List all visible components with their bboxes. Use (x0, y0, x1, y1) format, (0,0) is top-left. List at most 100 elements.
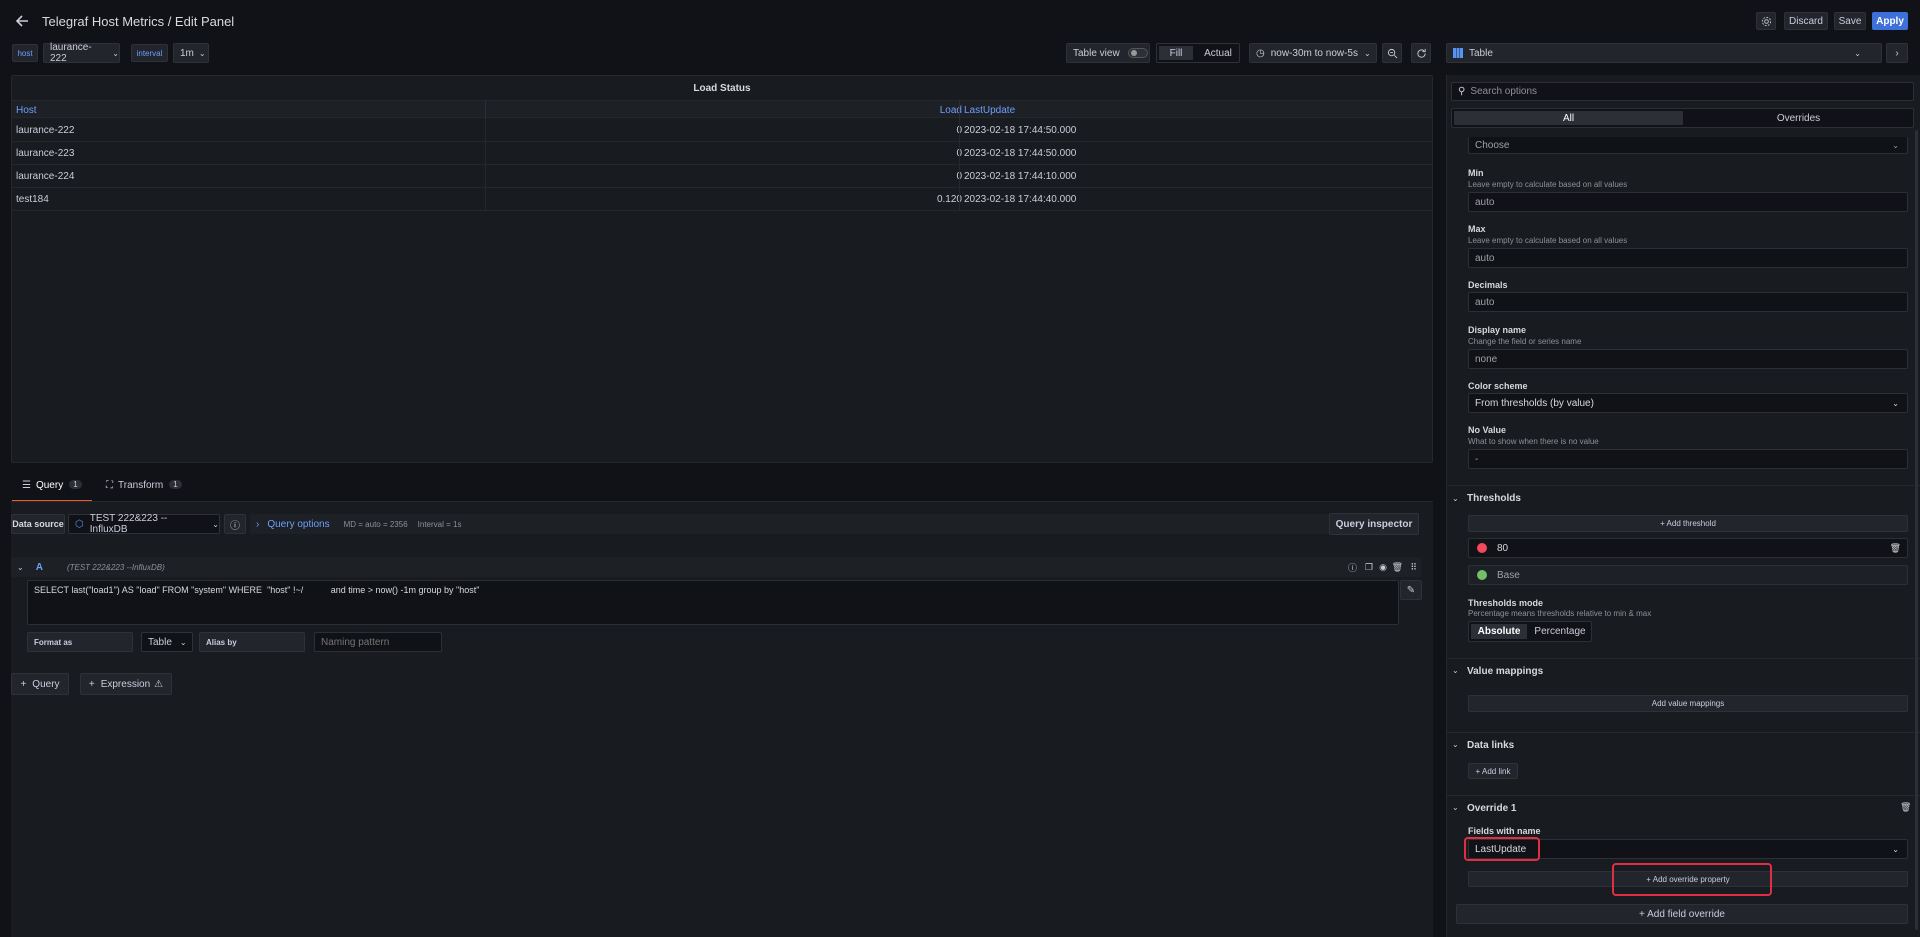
threshold-80-input[interactable]: 80 🗑 (1468, 538, 1908, 558)
refresh-icon (1416, 48, 1426, 58)
query-text: SELECT last("load1") AS "load" FROM "sys… (34, 585, 480, 595)
save-button[interactable]: Save (1834, 12, 1866, 30)
actual-option[interactable]: Actual (1201, 46, 1235, 60)
interval-var-select[interactable]: 1m ⌄ (173, 43, 209, 63)
host-var-label: host (12, 44, 38, 62)
options-search[interactable]: ⚲ Search options (1451, 82, 1914, 101)
tab-query-label: Query (35, 480, 64, 491)
thresholds-section-header[interactable]: ⌄ (1452, 493, 1465, 504)
chevron-down-icon: ⌄ (1452, 494, 1459, 503)
zoom-out-button[interactable] (1382, 43, 1402, 63)
column-divider (959, 165, 960, 188)
add-expression-button[interactable]: + Expression ⚠ (80, 673, 172, 695)
query-ref-id[interactable]: A (36, 562, 43, 573)
alias-by-input[interactable] (314, 632, 442, 652)
query-ds-name: (TEST 222&223 --InfluxDB) (66, 562, 165, 572)
drag-handle-icon[interactable]: ⠿ (1410, 562, 1417, 573)
column-divider (485, 101, 486, 119)
table-row: laurance-224 0 2023-02-18 17:44:10.000 (12, 165, 1432, 188)
transform-icon: ⛶ (106, 480, 113, 491)
delete-override-icon[interactable]: 🗑 (1900, 802, 1911, 813)
table-header-row: Host Load LastUpdate (12, 100, 1432, 119)
options-tab-group: All Overrides (1451, 108, 1914, 128)
format-as-value: Table (148, 636, 172, 648)
thresholds-mode-label: Thresholds mode (1468, 598, 1544, 608)
duplicate-icon[interactable]: ❐ (1365, 562, 1373, 573)
column-header-load[interactable]: Load (496, 105, 962, 116)
datasource-select[interactable]: ⬡ TEST 222&223 --InfluxDB ⌄ (68, 513, 220, 535)
host-var-select[interactable]: laurance-222 ⌄ (43, 42, 120, 64)
discard-button[interactable]: Discard (1784, 12, 1828, 30)
tab-all[interactable]: All (1454, 111, 1683, 125)
search-icon: ⚲ (1458, 86, 1466, 97)
threshold-color-red[interactable] (1477, 543, 1487, 553)
choose-select[interactable]: Choose ⌄ (1468, 137, 1908, 154)
chevron-right-icon: › (1895, 47, 1899, 59)
query-text-editor[interactable]: SELECT last("load1") AS "load" FROM "sys… (27, 580, 1399, 625)
options-scrollbar[interactable] (1915, 130, 1918, 930)
data-links-section-header[interactable]: ⌄ (1452, 740, 1459, 749)
back-arrow-icon[interactable] (14, 13, 30, 29)
page-title: Telegraf Host Metrics / Edit Panel (42, 14, 235, 29)
time-range-picker[interactable]: ◷ now-30m to now-5s ⌄ (1249, 43, 1377, 63)
zoom-out-icon (1387, 48, 1397, 58)
cell-lastupdate: 2023-02-18 17:44:50.000 (964, 148, 1077, 159)
section-divider (1447, 485, 1920, 486)
display-name-input[interactable]: none (1468, 349, 1908, 369)
query-options-toggle[interactable]: Query options (267, 519, 329, 530)
eye-icon[interactable]: ◉ (1379, 562, 1387, 573)
override-section-header[interactable]: ⌄ (1452, 803, 1459, 812)
max-input[interactable]: auto (1468, 248, 1908, 268)
thresholds-mode-percentage[interactable]: Percentage (1531, 624, 1589, 639)
visualization-picker[interactable]: Table ⌄ (1446, 43, 1882, 63)
tab-query[interactable]: ☰ Query 1 (12, 480, 92, 502)
add-link-button[interactable]: + Add link (1468, 763, 1518, 779)
toggle-editor-mode-button[interactable]: ✎ (1400, 580, 1422, 600)
refresh-button[interactable] (1411, 43, 1431, 63)
toggle-switch[interactable] (1127, 48, 1148, 58)
query-inspector-button[interactable]: Query inspector (1329, 513, 1419, 535)
cell-load: 0 (496, 171, 962, 182)
table-view-toggle[interactable]: Table view (1066, 43, 1150, 63)
min-input[interactable]: auto (1468, 192, 1908, 212)
column-divider (485, 165, 486, 188)
threshold-80-value: 80 (1497, 542, 1509, 554)
help-icon[interactable]: ⓘ (1348, 561, 1357, 574)
chevron-down-icon: ⌄ (1364, 48, 1371, 58)
color-scheme-select[interactable]: From thresholds (by value) ⌄ (1468, 393, 1908, 413)
max-value: auto (1475, 252, 1495, 264)
tab-overrides[interactable]: Overrides (1684, 111, 1913, 125)
settings-button[interactable] (1756, 12, 1776, 30)
column-header-host[interactable]: Host (16, 105, 37, 116)
decimals-input[interactable]: auto (1468, 292, 1908, 312)
clock-icon: ◷ (1256, 47, 1265, 59)
datasource-help-button[interactable]: ⓘ (224, 514, 246, 534)
threshold-color-green[interactable] (1477, 570, 1487, 580)
cell-load: 0 (496, 125, 962, 136)
add-threshold-button[interactable]: + Add threshold (1468, 515, 1908, 532)
add-query-button[interactable]: + Query (11, 673, 69, 695)
interval-info: Interval = 1s (417, 519, 462, 529)
column-divider (485, 142, 486, 165)
column-divider (485, 188, 486, 211)
panel-title[interactable]: Load Status (12, 83, 1432, 94)
gear-icon (1761, 16, 1771, 26)
tab-transform[interactable]: ⛶ Transform 1 (104, 480, 194, 502)
add-value-mappings-button[interactable]: Add value mappings (1468, 695, 1908, 712)
collapse-chevron-icon[interactable]: ⌄ (17, 563, 24, 572)
value-mappings-section-header[interactable]: ⌄ (1452, 666, 1459, 675)
format-as-select[interactable]: Table ⌄ (141, 632, 193, 652)
collapse-options-button[interactable]: › (1886, 43, 1908, 63)
tab-all-label: All (1562, 112, 1575, 124)
apply-button[interactable]: Apply (1872, 12, 1908, 30)
fill-option[interactable]: Fill (1159, 46, 1193, 60)
pencil-icon: ✎ (1406, 584, 1416, 596)
query-options-row: › Query options MD = auto = 2356 Interva… (250, 514, 1330, 534)
trash-icon[interactable]: 🗑 (1392, 562, 1403, 573)
value-mappings-title: Value mappings (1467, 666, 1544, 677)
trash-icon[interactable]: 🗑 (1890, 543, 1901, 554)
add-field-override-button[interactable]: + Add field override (1456, 904, 1908, 924)
thresholds-mode-absolute[interactable]: Absolute (1471, 624, 1527, 639)
no-value-input[interactable]: - (1468, 449, 1908, 469)
column-header-lastupdate[interactable]: LastUpdate (964, 105, 1015, 116)
